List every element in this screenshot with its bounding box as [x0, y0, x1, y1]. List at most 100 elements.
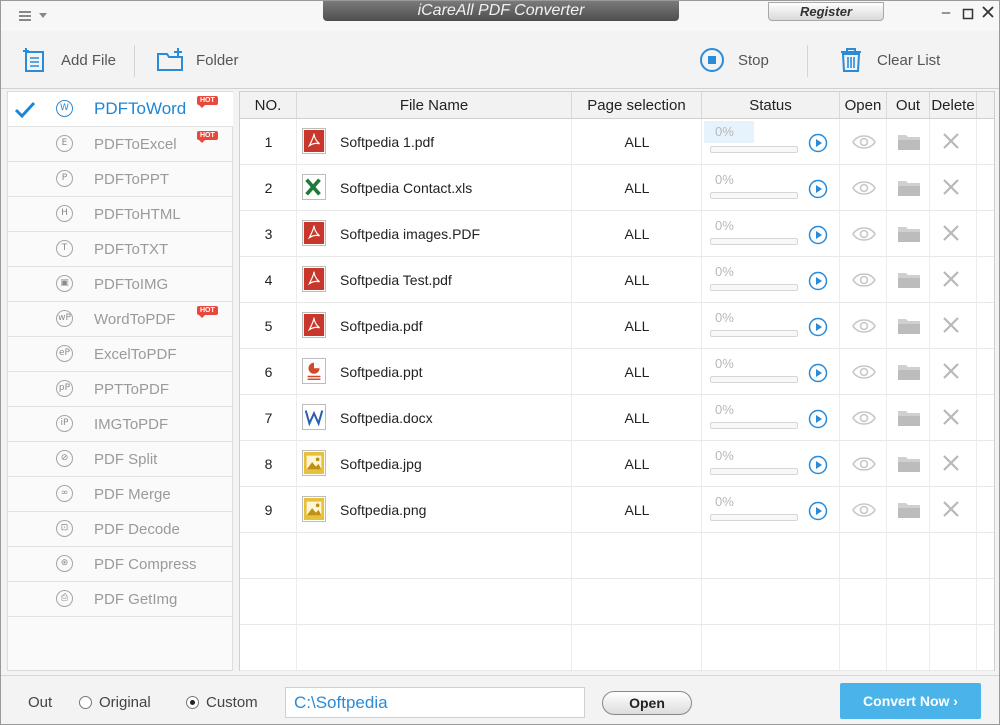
- sidebar-item[interactable]: ▣ PDFToIMG: [8, 267, 233, 302]
- sidebar-item[interactable]: T PDFToTXT: [8, 232, 233, 267]
- folder-icon[interactable]: [897, 316, 921, 336]
- sidebar-item[interactable]: ⊛ PDF Compress: [8, 547, 233, 582]
- file-name: Softpedia images.PDF: [340, 226, 481, 242]
- table-row[interactable]: 2 Softpedia Contact.xls ALL 0%: [240, 165, 994, 211]
- eye-icon[interactable]: [852, 454, 876, 474]
- play-icon[interactable]: [808, 133, 828, 153]
- minimize-icon[interactable]: –: [939, 4, 953, 21]
- close-icon[interactable]: [981, 5, 995, 22]
- checkmark-icon: [14, 101, 36, 119]
- folder-icon[interactable]: [897, 362, 921, 382]
- page-selection[interactable]: ALL: [572, 349, 702, 395]
- eye-icon[interactable]: [852, 316, 876, 336]
- folder-icon[interactable]: [897, 454, 921, 474]
- progress-bar: [710, 330, 798, 337]
- register-button[interactable]: Register: [768, 2, 884, 21]
- table-row[interactable]: 6 Softpedia.ppt ALL 0%: [240, 349, 994, 395]
- eye-icon[interactable]: [852, 270, 876, 290]
- table-row[interactable]: 1 Softpedia 1.pdf ALL 0%: [240, 119, 994, 165]
- output-path-input[interactable]: [285, 687, 585, 718]
- table-row[interactable]: 3 Softpedia images.PDF ALL 0%: [240, 211, 994, 257]
- sidebar-item[interactable]: ⊘ PDF Split: [8, 442, 233, 477]
- table-row[interactable]: 5 Softpedia.pdf ALL 0%: [240, 303, 994, 349]
- toolbar-divider: [807, 45, 808, 77]
- sidebar-item[interactable]: wP WordToPDF HOT: [8, 302, 233, 337]
- play-icon[interactable]: [808, 317, 828, 337]
- convert-now-button[interactable]: Convert Now ›: [840, 683, 981, 719]
- folder-icon[interactable]: [897, 178, 921, 198]
- sidebar-item[interactable]: eP ExcelToPDF: [8, 337, 233, 372]
- output-bar: Out Original Custom Open Convert Now ›: [1, 675, 999, 724]
- file-name: Softpedia.png: [340, 502, 427, 518]
- delete-icon[interactable]: [942, 454, 960, 472]
- eye-icon[interactable]: [852, 224, 876, 244]
- original-radio[interactable]: [79, 696, 92, 709]
- menu-icon[interactable]: [19, 10, 49, 24]
- play-icon[interactable]: [808, 225, 828, 245]
- page-selection[interactable]: ALL: [572, 487, 702, 533]
- folder-icon[interactable]: [897, 224, 921, 244]
- pdf-file-icon: [302, 266, 326, 292]
- delete-icon[interactable]: [942, 132, 960, 150]
- table-row[interactable]: 9 Softpedia.png ALL 0%: [240, 487, 994, 533]
- page-selection[interactable]: ALL: [572, 395, 702, 441]
- eye-icon[interactable]: [852, 408, 876, 428]
- page-selection[interactable]: ALL: [572, 441, 702, 487]
- sidebar-item[interactable]: W PDFToWord HOT: [8, 92, 233, 127]
- stop-button[interactable]: Stop: [698, 31, 769, 89]
- eye-icon[interactable]: [852, 362, 876, 382]
- sidebar-item[interactable]: H PDFToHTML: [8, 197, 233, 232]
- folder-icon[interactable]: [897, 132, 921, 152]
- delete-icon[interactable]: [942, 316, 960, 334]
- eye-icon[interactable]: [852, 132, 876, 152]
- table-row[interactable]: 8 Softpedia.jpg ALL 0%: [240, 441, 994, 487]
- delete-icon[interactable]: [942, 224, 960, 242]
- folder-icon[interactable]: [897, 270, 921, 290]
- sidebar-item-label: PPTToPDF: [94, 381, 170, 398]
- sidebar-item[interactable]: ∞ PDF Merge: [8, 477, 233, 512]
- custom-radio[interactable]: [186, 696, 199, 709]
- delete-icon[interactable]: [942, 408, 960, 426]
- maximize-icon[interactable]: [961, 7, 975, 24]
- play-icon[interactable]: [808, 271, 828, 291]
- page-selection[interactable]: ALL: [572, 303, 702, 349]
- page-selection[interactable]: ALL: [572, 211, 702, 257]
- stop-label: Stop: [738, 51, 769, 69]
- table-row[interactable]: 4 Softpedia Test.pdf ALL 0%: [240, 257, 994, 303]
- page-selection[interactable]: ALL: [572, 119, 702, 165]
- img-file-icon: [302, 450, 326, 476]
- delete-icon[interactable]: [942, 362, 960, 380]
- play-icon[interactable]: [808, 179, 828, 199]
- open-folder-button[interactable]: Open: [602, 691, 692, 715]
- play-icon[interactable]: [808, 409, 828, 429]
- file-name: Softpedia.docx: [340, 410, 433, 426]
- sidebar-item[interactable]: pP PPTToPDF: [8, 372, 233, 407]
- row-number: 4: [264, 272, 273, 288]
- xls-file-icon: [302, 174, 326, 200]
- row-number: 9: [264, 502, 273, 518]
- play-icon[interactable]: [808, 501, 828, 521]
- page-selection[interactable]: ALL: [572, 165, 702, 211]
- sidebar-item[interactable]: ⊡ PDF Decode: [8, 512, 233, 547]
- delete-icon[interactable]: [942, 178, 960, 196]
- folder-icon[interactable]: [897, 408, 921, 428]
- folder-button[interactable]: Folder: [156, 31, 239, 89]
- table-row[interactable]: 7 Softpedia.docx ALL 0%: [240, 395, 994, 441]
- delete-icon[interactable]: [942, 270, 960, 288]
- add-file-button[interactable]: Add File: [21, 31, 116, 89]
- file-name: Softpedia.jpg: [340, 456, 422, 472]
- sidebar-item[interactable]: P PDFToPPT: [8, 162, 233, 197]
- clear-list-button[interactable]: Clear List: [837, 31, 940, 89]
- delete-icon[interactable]: [942, 500, 960, 518]
- folder-icon[interactable]: [897, 500, 921, 520]
- sidebar-item[interactable]: E PDFToExcel HOT: [8, 127, 233, 162]
- eye-icon[interactable]: [852, 500, 876, 520]
- play-icon[interactable]: [808, 363, 828, 383]
- file-name: Softpedia Test.pdf: [340, 272, 452, 288]
- sidebar-item[interactable]: iP IMGToPDF: [8, 407, 233, 442]
- sidebar-item[interactable]: ⎙ PDF GetImg: [8, 582, 233, 617]
- eye-icon[interactable]: [852, 178, 876, 198]
- progress-percent: 0%: [715, 494, 734, 509]
- play-icon[interactable]: [808, 455, 828, 475]
- page-selection[interactable]: ALL: [572, 257, 702, 303]
